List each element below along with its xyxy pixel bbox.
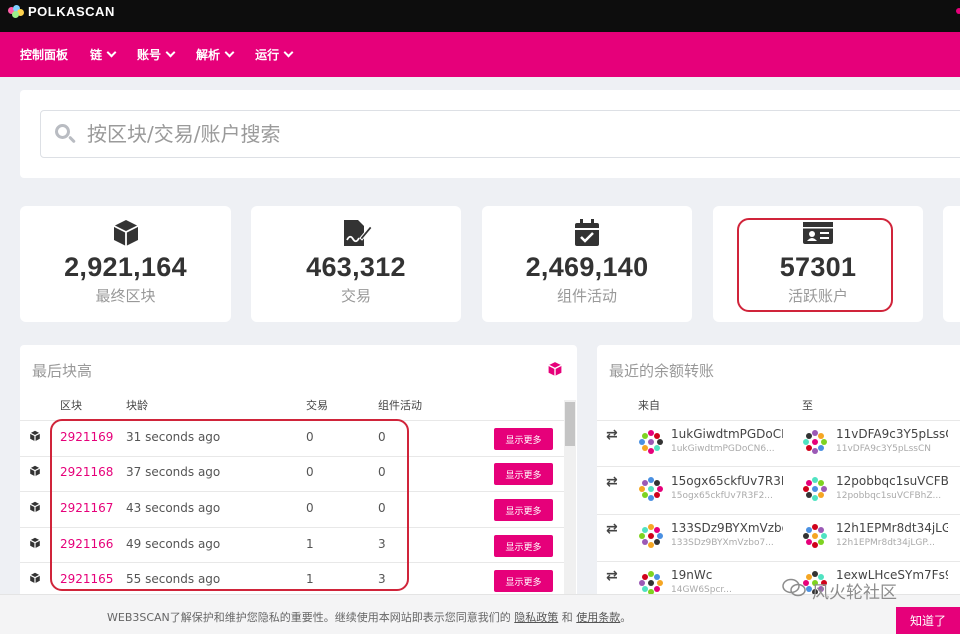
chevron-down-icon (224, 47, 235, 58)
cube-icon (29, 465, 41, 480)
search-card (20, 90, 960, 178)
nav-label: 控制面板 (20, 48, 69, 62)
cookie-end: 。 (620, 611, 632, 624)
identicon-avatar (802, 523, 828, 549)
stat-label: 组件活动 (556, 287, 617, 305)
identicon-avatar (638, 570, 664, 596)
cube-icon (29, 501, 41, 516)
identicon-avatar (638, 523, 664, 549)
from-address-sub: 1ukGiwdtmPGDoCN6... (671, 444, 775, 454)
highlight-annotation (737, 218, 893, 312)
cookie-text: WEB3SCAN了解保护和维护您隐私的重要性。继续使用本网站即表示您同意我们的 … (107, 609, 631, 625)
cube-icon (29, 537, 41, 552)
to-address-sub: 12h1EPMr8dt34jLGP... (836, 538, 935, 548)
from-address-link[interactable]: 1ukGiwdtmPGDoCN (671, 427, 783, 441)
nav-item-chain[interactable]: 链 (90, 46, 117, 63)
nav-item-account[interactable]: 账号 (137, 46, 176, 63)
nav-item-dashboard[interactable]: 控制面板 (20, 46, 68, 63)
top-bar: POLKASCAN (0, 0, 960, 32)
search-icon (53, 122, 77, 146)
nav-item-analytics[interactable]: 解析 (196, 46, 235, 63)
show-more-button[interactable]: 显示更多 (494, 463, 553, 485)
logo[interactable]: POLKASCAN (8, 4, 115, 19)
to-address-sub: 11vDFA9c3Y5pLssCN (836, 444, 931, 454)
transfer-arrows-icon: ⇄ (606, 427, 618, 443)
calendar-check-icon (482, 218, 692, 248)
search-input[interactable] (87, 122, 787, 146)
cube-icon (29, 430, 41, 445)
transfer-arrows-icon: ⇄ (606, 474, 618, 490)
stat-value: 2,921,164 (64, 252, 187, 282)
stat-label: 最终区块 (95, 287, 156, 305)
to-address-link[interactable]: 11vDFA9c3Y5pLssCN (836, 427, 948, 441)
show-more-button[interactable]: 显示更多 (494, 499, 553, 521)
cookie-conjunction: 和 (561, 611, 573, 624)
scrollbar-thumb[interactable] (565, 402, 575, 446)
stat-label: 交易 (340, 287, 371, 305)
panel-title: 最后块高 (32, 362, 93, 380)
nav-label: 账号 (137, 48, 162, 62)
main-nav: 控制面板 链 账号 解析 运行 (0, 32, 960, 77)
cube-icon (29, 572, 41, 587)
nav-item-runtime[interactable]: 运行 (255, 46, 294, 63)
cookie-message: WEB3SCAN了解保护和维护您隐私的重要性。继续使用本网站即表示您同意我们的 (107, 611, 511, 624)
stat-card-partial[interactable] (943, 206, 960, 322)
identicon-avatar (638, 429, 664, 455)
highlight-annotation (50, 419, 409, 591)
show-more-button[interactable]: 显示更多 (494, 570, 553, 592)
column-header-age: 块龄 (126, 399, 148, 412)
polkascan-logo-icon (8, 4, 24, 19)
from-address-sub: 133SDz9BYXmVzbo7... (671, 538, 774, 548)
from-address-sub: 15ogx65ckfUv7R3F2... (671, 491, 773, 501)
stat-card-finalized-blocks[interactable]: 2,921,164 最终区块 (20, 206, 231, 322)
stat-card-transactions[interactable]: 463,312 交易 (251, 206, 461, 322)
terms-of-use-link[interactable]: 使用条款 (576, 611, 620, 624)
identicon-avatar (802, 476, 828, 502)
from-address-link[interactable]: 133SDz9BYXmVzbo7 (671, 521, 783, 535)
stat-card-events[interactable]: 2,469,140 组件活动 (482, 206, 692, 322)
nav-label: 运行 (255, 48, 280, 62)
search-box[interactable] (40, 110, 960, 158)
chevron-down-icon (106, 47, 117, 58)
column-header-block: 区块 (60, 399, 82, 412)
column-header-events: 组件活动 (378, 399, 422, 412)
signature-icon (251, 218, 461, 248)
column-header-from: 来自 (638, 399, 660, 412)
to-address-link[interactable]: 12pobbqc1suVCFBh (836, 474, 948, 488)
watermark-text: 风火轮社区 (812, 583, 897, 603)
stat-value: 463,312 (306, 252, 406, 282)
chevron-down-icon (165, 47, 176, 58)
stat-value: 2,469,140 (525, 252, 649, 282)
to-address-link[interactable]: 12h1EPMr8dt34jLGF (836, 521, 948, 535)
to-address-sub: 12pobbqc1suVCFBhZ... (836, 491, 942, 501)
transfer-arrows-icon: ⇄ (606, 521, 618, 537)
status-dot (956, 8, 960, 14)
watermark: 风火轮社区 (782, 578, 897, 603)
cube-icon (20, 218, 231, 248)
wechat-icon (782, 578, 806, 603)
identicon-avatar (802, 429, 828, 455)
privacy-policy-link[interactable]: 隐私政策 (514, 611, 558, 624)
brand-name: POLKASCAN (28, 4, 115, 19)
nav-label: 解析 (196, 48, 221, 62)
from-address-link[interactable]: 19nWc (671, 568, 783, 582)
chevron-down-icon (283, 47, 294, 58)
nav-label: 链 (90, 48, 103, 62)
cube-icon (547, 361, 563, 381)
from-address-link[interactable]: 15ogx65ckfUv7R3F2 (671, 474, 783, 488)
show-more-button[interactable]: 显示更多 (494, 428, 553, 450)
column-header-tx: 交易 (306, 399, 328, 412)
identicon-avatar (638, 476, 664, 502)
column-header-to: 至 (802, 399, 813, 412)
transfer-arrows-icon: ⇄ (606, 568, 618, 584)
show-more-button[interactable]: 显示更多 (494, 535, 553, 557)
accept-cookie-button[interactable]: 知道了 (896, 607, 960, 634)
panel-title: 最近的余额转账 (609, 362, 715, 380)
